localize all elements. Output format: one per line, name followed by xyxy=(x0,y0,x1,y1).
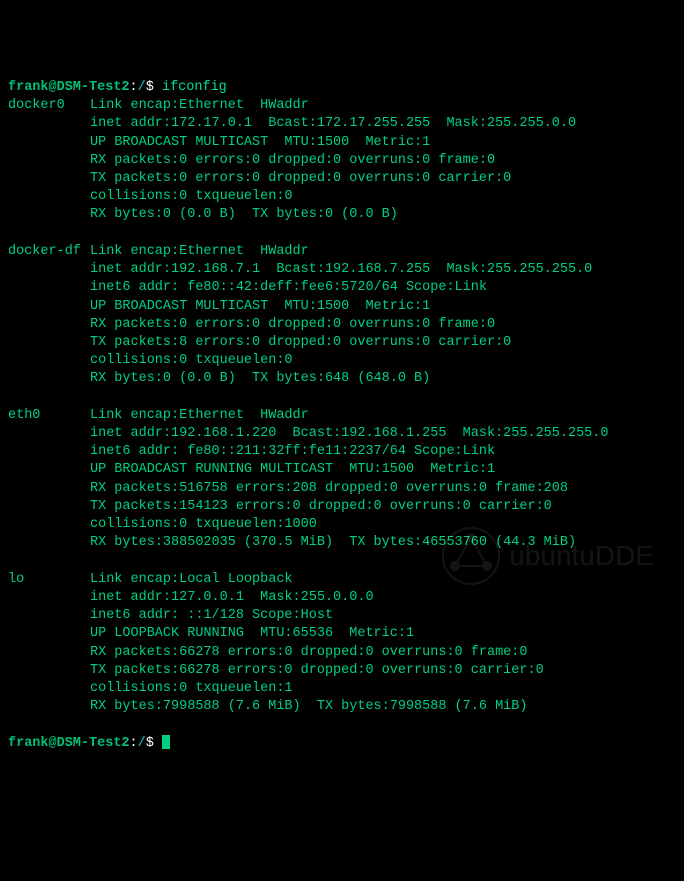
interface-name: lo xyxy=(8,571,90,717)
prompt-line-top: frank@DSM-Test2:/$ ifconfig xyxy=(8,79,676,97)
interface-name: docker0 xyxy=(8,97,90,225)
interface-block: docker-dfLink encap:Ethernet HWaddr inet… xyxy=(8,243,676,389)
interface-name: docker-df xyxy=(8,243,90,389)
output-line: UP BROADCAST MULTICAST MTU:1500 Metric:1 xyxy=(90,298,676,316)
prompt-path: / xyxy=(138,80,146,95)
interface-body: Link encap:Local Loopbackinet addr:127.0… xyxy=(90,571,676,717)
interface-body: Link encap:Ethernet HWaddr inet addr:172… xyxy=(90,97,676,225)
command-text: ifconfig xyxy=(162,80,227,95)
output-line: UP BROADCAST RUNNING MULTICAST MTU:1500 … xyxy=(90,461,676,479)
output-line: inet addr:172.17.0.1 Bcast:172.17.255.25… xyxy=(90,115,676,133)
terminal-output[interactable]: frank@DSM-Test2:/$ ifconfigdocker0Link e… xyxy=(8,79,676,753)
output-line: inet6 addr: ::1/128 Scope:Host xyxy=(90,607,676,625)
output-line: UP LOOPBACK RUNNING MTU:65536 Metric:1 xyxy=(90,625,676,643)
output-line: Link encap:Local Loopback xyxy=(90,571,676,589)
output-line: inet addr:192.168.1.220 Bcast:192.168.1.… xyxy=(90,425,676,443)
output-line: Link encap:Ethernet HWaddr xyxy=(90,97,676,115)
interface-block: docker0Link encap:Ethernet HWaddr inet a… xyxy=(8,97,676,225)
prompt-user: frank@DSM-Test2 xyxy=(8,736,130,751)
prompt-user: frank@DSM-Test2 xyxy=(8,80,130,95)
output-line: inet addr:127.0.0.1 Mask:255.0.0.0 xyxy=(90,589,676,607)
output-line: inet6 addr: fe80::42:deff:fee6:5720/64 S… xyxy=(90,279,676,297)
output-line: TX packets:66278 errors:0 dropped:0 over… xyxy=(90,662,676,680)
output-line: TX packets:0 errors:0 dropped:0 overruns… xyxy=(90,170,676,188)
prompt-colon: : xyxy=(130,80,138,95)
output-line: UP BROADCAST MULTICAST MTU:1500 Metric:1 xyxy=(90,134,676,152)
output-line: Link encap:Ethernet HWaddr xyxy=(90,243,676,261)
output-line: collisions:0 txqueuelen:1000 xyxy=(90,516,676,534)
cursor-icon xyxy=(162,735,170,749)
output-line: inet6 addr: fe80::211:32ff:fe11:2237/64 … xyxy=(90,443,676,461)
output-line: Link encap:Ethernet HWaddr xyxy=(90,407,676,425)
blank-line xyxy=(8,389,676,407)
interface-block: eth0Link encap:Ethernet HWaddr inet addr… xyxy=(8,407,676,553)
output-line: RX bytes:0 (0.0 B) TX bytes:648 (648.0 B… xyxy=(90,370,676,388)
prompt-line-bottom: frank@DSM-Test2:/$ xyxy=(8,735,676,753)
output-line: RX packets:516758 errors:208 dropped:0 o… xyxy=(90,480,676,498)
output-line: collisions:0 txqueuelen:1 xyxy=(90,680,676,698)
prompt-dollar: $ xyxy=(146,736,154,751)
prompt-colon: : xyxy=(130,736,138,751)
interface-name: eth0 xyxy=(8,407,90,553)
prompt-dollar: $ xyxy=(146,80,154,95)
output-line: collisions:0 txqueuelen:0 xyxy=(90,188,676,206)
blank-line xyxy=(8,225,676,243)
redacted-hwaddr xyxy=(317,243,477,257)
interface-block: loLink encap:Local Loopbackinet addr:127… xyxy=(8,571,676,717)
output-line: RX packets:0 errors:0 dropped:0 overruns… xyxy=(90,152,676,170)
output-line: collisions:0 txqueuelen:0 xyxy=(90,352,676,370)
output-line: RX packets:0 errors:0 dropped:0 overruns… xyxy=(90,316,676,334)
interface-body: Link encap:Ethernet HWaddr inet addr:192… xyxy=(90,243,676,389)
output-line: RX bytes:388502035 (370.5 MiB) TX bytes:… xyxy=(90,534,676,552)
blank-line xyxy=(8,553,676,571)
redacted-hwaddr xyxy=(317,407,477,421)
output-line: RX packets:66278 errors:0 dropped:0 over… xyxy=(90,644,676,662)
blank-line xyxy=(8,717,676,735)
output-line: TX packets:8 errors:0 dropped:0 overruns… xyxy=(90,334,676,352)
output-line: TX packets:154123 errors:0 dropped:0 ove… xyxy=(90,498,676,516)
output-line: RX bytes:0 (0.0 B) TX bytes:0 (0.0 B) xyxy=(90,206,676,224)
prompt-path: / xyxy=(138,736,146,751)
interface-body: Link encap:Ethernet HWaddr inet addr:192… xyxy=(90,407,676,553)
output-line: RX bytes:7998588 (7.6 MiB) TX bytes:7998… xyxy=(90,698,676,716)
redacted-hwaddr xyxy=(317,98,477,112)
output-line: inet addr:192.168.7.1 Bcast:192.168.7.25… xyxy=(90,261,676,279)
